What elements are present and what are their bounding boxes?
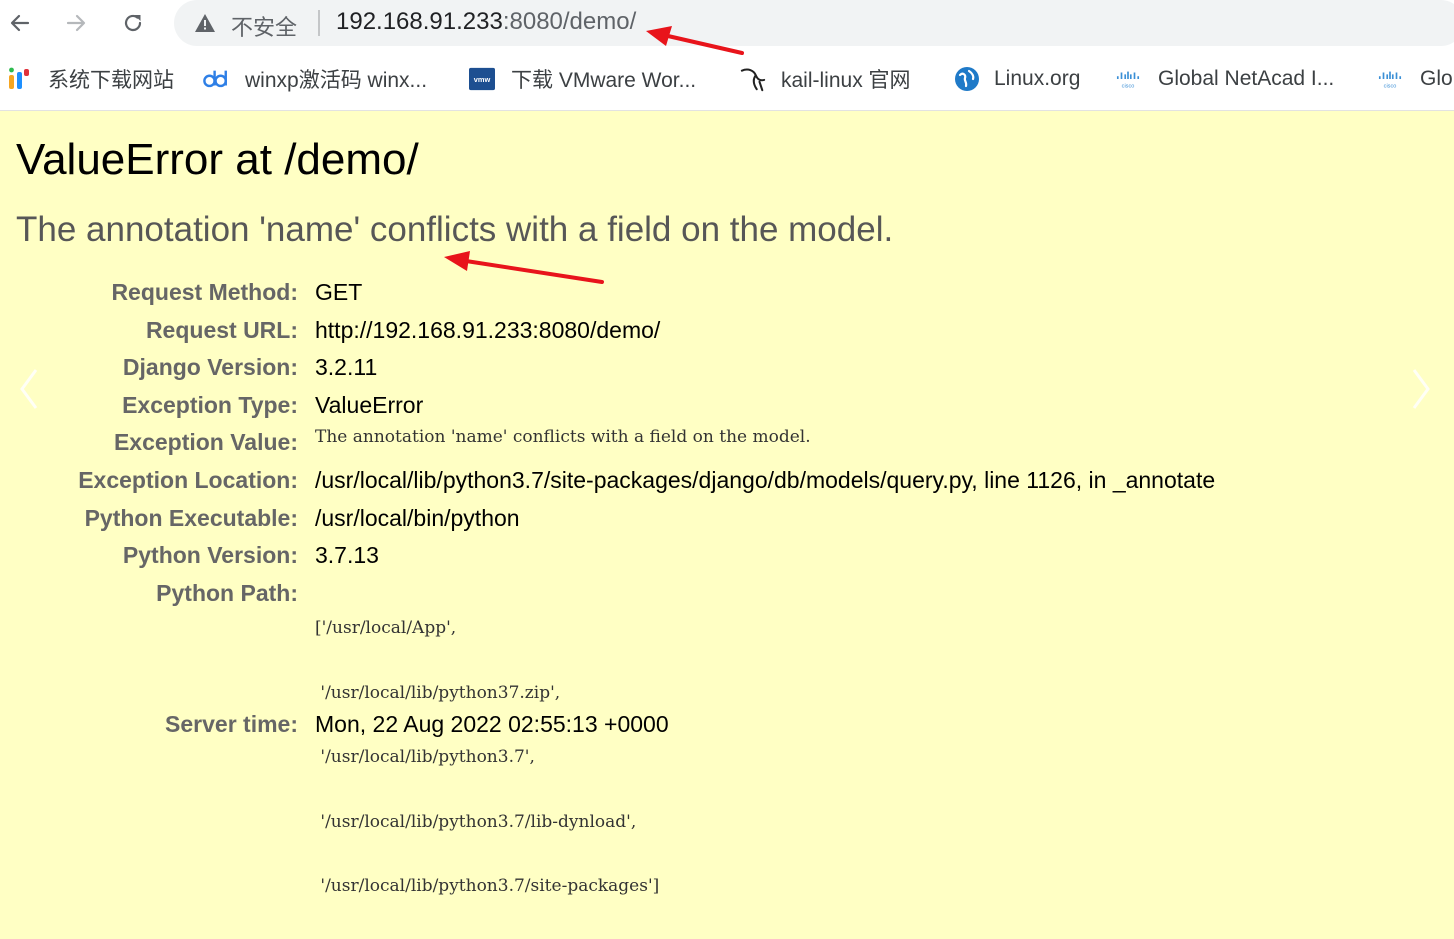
row-value: 3.2.11 [315,354,378,380]
browser-toolbar: 不安全 192.168.91.233:8080/demo/ [0,0,1454,46]
globe-icon [954,66,980,92]
python-path-entry: '/usr/local/lib/python3.7/lib-dynload', [315,811,637,832]
bookmark-item[interactable]: winxp激活码 winx... [203,64,427,94]
cisco-logo-icon: cisco [1377,66,1403,92]
forward-icon [66,14,86,32]
site-logo-icon [6,66,32,92]
bookmark-label: 系统下载网站 [48,69,174,92]
row-value: ValueError [315,392,424,418]
error-message: The annotation 'name' conflicts with a f… [16,210,894,249]
bookmark-label: Linux.org [994,67,1081,90]
row-label: Django Version: [122,354,298,380]
row-label: Exception Location: [78,467,298,493]
row-label: Request URL: [145,317,298,343]
row-value: Mon, 22 Aug 2022 02:55:13 +0000 [315,711,669,737]
bookmark-label: Global NetAcad I... [1158,67,1335,90]
row-value: 3.7.13 [315,542,379,568]
python-path-list: ['/usr/local/App', '/usr/local/lib/pytho… [315,576,659,939]
svg-text:vmw: vmw [474,75,491,84]
row-label: Python Executable: [84,505,298,531]
vmware-logo-icon: vmw [469,66,495,92]
bookmark-label: kail-linux 官网 [781,69,911,92]
dd-logo-icon [203,66,229,92]
url-path: :8080/demo/ [502,8,637,35]
django-error-page: ValueError at /demo/ The annotation 'nam… [0,111,1454,896]
url-host: 192.168.91.233 [336,8,503,35]
bookmark-item[interactable]: 系统下载网站 [6,64,174,94]
forward-button[interactable] [59,6,93,40]
python-path-entry: ['/usr/local/App', [315,618,457,638]
python-path-entry: '/usr/local/lib/python3.7/site-packages'… [315,876,660,896]
row-value: /usr/local/bin/python [315,505,520,531]
python-path-entry: '/usr/local/lib/python37.zip', [315,682,561,703]
svg-text:cisco: cisco [1122,83,1135,89]
reload-button[interactable] [116,6,150,40]
row-value: /usr/local/lib/python3.7/site-packages/d… [315,467,1216,493]
address-bar[interactable]: 不安全 192.168.91.233:8080/demo/ [174,0,1454,46]
bookmark-label: 下载 VMware Wor... [511,69,697,92]
row-label: Request Method: [111,279,298,305]
bookmark-item[interactable]: Linux.org [954,64,1080,94]
row-value: The annotation 'name' conflicts with a f… [315,427,811,447]
url-text[interactable]: 192.168.91.233:8080/demo/ [336,8,636,36]
kali-dragon-icon [740,66,766,92]
reload-icon [124,14,142,32]
bookmarks-bar: 系统下载网站 winxp激活码 winx... vmw 下载 VMware Wo… [0,46,1454,111]
row-value: http://192.168.91.233:8080/demo/ [315,317,661,343]
address-divider [318,10,320,36]
bookmark-item[interactable]: kail-linux 官网 [740,64,911,94]
chevron-left-icon[interactable] [16,366,42,412]
row-value: GET [315,279,363,305]
cisco-logo-icon: cisco [1115,66,1141,92]
warning-icon[interactable] [194,13,216,33]
page-title: ValueError at /demo/ [16,135,419,184]
chevron-right-icon[interactable] [1408,366,1434,412]
back-icon [10,14,30,32]
row-label: Exception Type: [122,392,298,418]
row-label: Exception Value: [113,429,298,455]
row-label: Python Version: [122,542,298,568]
bookmark-item[interactable]: cisco Global NetAcad I... [1115,64,1334,94]
back-button[interactable] [3,6,37,40]
row-label: Python Path: [156,580,298,606]
bookmark-label: winxp激活码 winx... [245,69,428,92]
row-label: Server time: [165,711,298,737]
bookmark-label: Glo [1420,67,1453,90]
svg-text:cisco: cisco [1384,83,1397,89]
insecure-label[interactable]: 不安全 [231,10,297,42]
python-path-entry: '/usr/local/lib/python3.7', [315,747,535,767]
bookmark-item[interactable]: vmw 下载 VMware Wor... [469,64,696,94]
bookmark-item[interactable]: cisco Glo [1377,64,1454,94]
